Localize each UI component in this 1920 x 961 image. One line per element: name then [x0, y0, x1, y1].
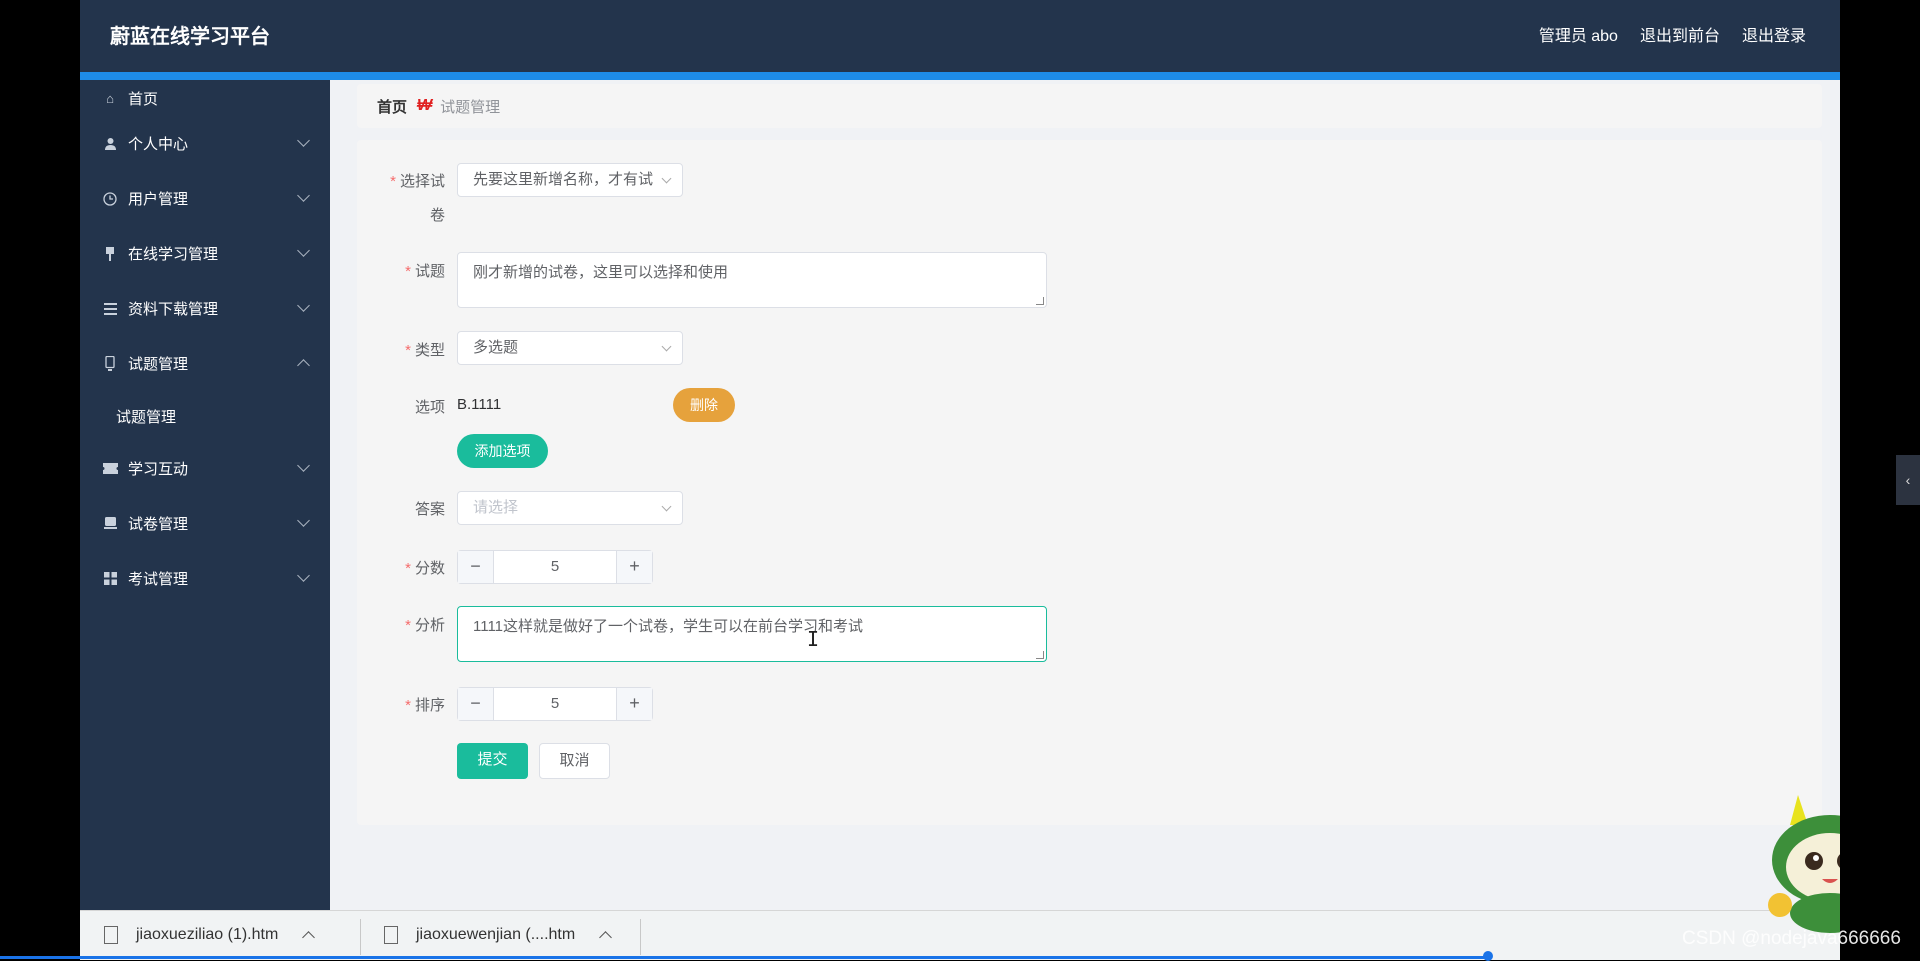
sidebar-item-label: 首页 [128, 90, 159, 108]
analysis-label: * 分析 [405, 617, 445, 634]
paper-label: * 选择试 [390, 173, 445, 190]
chevron-up-icon[interactable] [302, 931, 316, 944]
file-icon [384, 926, 398, 944]
paper-label-line2: 卷 [429, 207, 445, 224]
home-icon: ⌂ [106, 90, 114, 106]
paper-select[interactable]: 先要这里新增名称，才有试 [457, 163, 683, 197]
chevron-down-icon [297, 244, 310, 257]
order-decrement-button[interactable]: − [458, 688, 494, 720]
watermark-text: CSDN @nodejava666666 [1682, 928, 1901, 949]
logout-link[interactable]: 退出登录 [1742, 22, 1806, 46]
chevron-down-icon [297, 134, 310, 147]
back-to-front-link[interactable]: 退出到前台 [1640, 22, 1720, 46]
question-form: * 选择试 卷 先要这里新增名称，才有试 * 试题 刚才新增的试卷，这里可以选择和使… [357, 140, 1822, 825]
header-links: 管理员 abo 退出到前台 退出登录 [1539, 22, 1806, 46]
sidebar-item-label: 试卷管理 [128, 516, 189, 533]
add-option-button[interactable]: 添加选项 [457, 434, 548, 468]
order-input[interactable]: 5 [494, 688, 616, 720]
chevron-down-icon [661, 501, 672, 512]
score-decrement-button[interactable]: − [458, 551, 494, 583]
score-label: * 分数 [405, 560, 445, 577]
download-progress-bar [0, 956, 1490, 959]
sidebar-item-label: 试题管理 [116, 408, 177, 426]
sidebar-item-label: 用户管理 [128, 191, 189, 208]
divider [640, 919, 641, 955]
sidebar-subitem-question-management[interactable]: 试题管理 [80, 391, 330, 441]
admin-user-label[interactable]: 管理员 abo [1539, 22, 1618, 46]
app-title: 蔚蓝在线学习平台 [110, 26, 270, 48]
sidebar-item-personal-center[interactable]: 个人中心 [80, 116, 330, 171]
breadcrumb-separator-icon: ₩ [417, 97, 433, 114]
type-label: * 类型 [405, 342, 445, 359]
file-icon [104, 926, 118, 944]
cancel-button[interactable]: 取消 [539, 743, 610, 779]
score-input[interactable]: 5 [494, 551, 616, 583]
option-item-value: B.1111 [457, 396, 502, 413]
breadcrumb-current: 试题管理 [440, 98, 501, 116]
chevron-up-icon[interactable] [599, 931, 613, 944]
sidebar-item-home[interactable]: ⌂ 首页 [80, 80, 330, 116]
sidebar-item-label: 在线学习管理 [128, 246, 219, 263]
list-icon [102, 301, 118, 317]
sidebar-item-paper-management[interactable]: 试卷管理 [80, 496, 330, 551]
side-panel-toggle[interactable]: ‹ [1896, 455, 1920, 505]
sidebar-item-online-learning[interactable]: 在线学习管理 [80, 226, 330, 281]
chevron-down-icon [297, 299, 310, 312]
chevron-up-icon [297, 359, 310, 372]
grid-icon [102, 571, 118, 587]
pin-icon [102, 246, 118, 262]
top-header: 蔚蓝在线学习平台 管理员 abo 退出到前台 退出登录 [80, 0, 1840, 72]
ticket-icon [102, 461, 118, 477]
sidebar-item-label: 资料下载管理 [128, 301, 219, 318]
app-screen: 蔚蓝在线学习平台 管理员 abo 退出到前台 退出登录 ⌂ 首页 个人中心 用户… [80, 0, 1840, 960]
chevron-down-icon [297, 459, 310, 472]
header-accent-line [80, 72, 1840, 80]
download-filename: jiaoxueziliao (1).htm [136, 926, 279, 943]
divider [360, 919, 361, 955]
answer-label: 答案 [414, 501, 445, 518]
sidebar-item-label: 考试管理 [128, 571, 189, 588]
chevron-down-icon [297, 189, 310, 202]
options-label: 选项 [414, 399, 445, 416]
sidebar: ⌂ 首页 个人中心 用户管理 在线学习管理 资料下载管理 试题管理 试题管理 学… [80, 80, 330, 910]
score-stepper: − 5 + [457, 550, 653, 584]
resize-grip-icon[interactable] [1036, 297, 1044, 305]
download-bar: jiaoxueziliao (1).htm jiaoxuewenjian (..… [80, 910, 1840, 960]
order-label: * 排序 [405, 697, 445, 714]
question-label: * 试题 [405, 263, 445, 280]
chevron-down-icon [661, 173, 672, 184]
download-item[interactable]: jiaoxueziliao (1).htm [104, 911, 316, 959]
sidebar-item-exam-management[interactable]: 考试管理 [80, 551, 330, 606]
type-select[interactable]: 多选题 [457, 331, 683, 365]
sidebar-item-label: 学习互动 [128, 461, 189, 478]
breadcrumb-home[interactable]: 首页 [377, 96, 407, 117]
text-cursor-icon: I [807, 627, 820, 651]
device-icon [102, 356, 118, 372]
chevron-down-icon [661, 341, 672, 352]
sidebar-item-question-management[interactable]: 试题管理 [80, 336, 330, 391]
clock-icon [102, 191, 118, 207]
answer-select[interactable]: 请选择 [457, 491, 683, 525]
sidebar-item-label: 个人中心 [128, 136, 189, 153]
order-stepper: − 5 + [457, 687, 653, 721]
chevron-down-icon [297, 569, 310, 582]
breadcrumb: 首页 ₩ 试题管理 [357, 84, 1822, 128]
question-textarea[interactable]: 刚才新增的试卷，这里可以选择和使用 [457, 252, 1047, 308]
paper-icon [102, 516, 118, 532]
sidebar-item-learning-interaction[interactable]: 学习互动 [80, 441, 330, 496]
user-icon [102, 136, 118, 152]
download-item[interactable]: jiaoxuewenjian (....htm [384, 911, 613, 959]
delete-option-button[interactable]: 删除 [673, 388, 735, 422]
sidebar-item-user-management[interactable]: 用户管理 [80, 171, 330, 226]
chevron-down-icon [297, 514, 310, 527]
resize-grip-icon[interactable] [1036, 651, 1044, 659]
submit-button[interactable]: 提交 [457, 743, 528, 779]
analysis-textarea[interactable]: 1111这样就是做好了一个试卷，学生可以在前台学习和考试 [457, 606, 1047, 662]
download-filename: jiaoxuewenjian (....htm [416, 926, 576, 943]
sidebar-item-label: 试题管理 [128, 356, 189, 373]
sidebar-item-downloads[interactable]: 资料下载管理 [80, 281, 330, 336]
score-increment-button[interactable]: + [616, 551, 652, 583]
mascot-sticker [1750, 795, 1840, 940]
order-increment-button[interactable]: + [616, 688, 652, 720]
